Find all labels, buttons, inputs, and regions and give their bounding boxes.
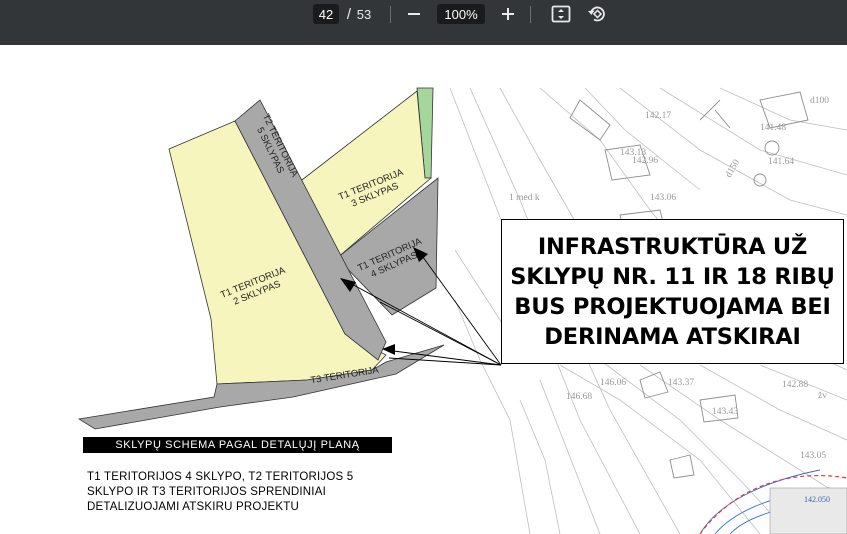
svg-text:143.43: 143.43	[712, 407, 738, 417]
fit-to-page-button[interactable]	[549, 2, 573, 26]
callout-line: DERINAMA ATSKIRAI	[544, 323, 801, 350]
svg-text:142.96: 142.96	[632, 156, 658, 166]
svg-text:146.06: 146.06	[600, 378, 626, 388]
scheme-caption: SKLYPŲ SCHEMA PAGAL DETALŲJĮ PLANĄ	[83, 437, 392, 453]
svg-text:142.17: 142.17	[645, 111, 671, 121]
svg-text:143.06: 143.06	[650, 193, 676, 203]
page-number-input[interactable]: 42	[313, 4, 339, 24]
svg-text:142.050: 142.050	[804, 495, 830, 504]
svg-text:d100: d100	[810, 96, 829, 106]
note-line: T1 TERITORIJOS 4 SKLYPO, T2 TERITORIJOS …	[87, 471, 354, 483]
infrastructure-callout-box: INFRASTRUKTŪRA UŽ SKLYPŲ NR. 11 IR 18 RI…	[501, 219, 844, 364]
rotate-icon	[588, 6, 605, 22]
callout-line: BUS PROJEKTUOJAMA BEI	[514, 293, 831, 320]
pdf-toolbar: 42 / 53 100%	[0, 0, 847, 45]
plus-icon	[502, 8, 514, 20]
svg-text:1 med k: 1 med k	[509, 193, 540, 203]
svg-text:žv: žv	[818, 391, 827, 401]
total-pages: 53	[356, 6, 372, 22]
zoom-in-button[interactable]	[496, 2, 520, 26]
svg-text:141.64: 141.64	[768, 157, 794, 167]
pdf-page: 1 med k 142.17 143.13 142.96 141.48 d100…	[0, 45, 847, 534]
toolbar-divider	[390, 6, 391, 23]
svg-text:142.88: 142.88	[782, 380, 808, 390]
callout-line: INFRASTRUKTŪRA UŽ	[537, 233, 808, 260]
note-line: SKLYPO IR T3 TERITORIJOS SPRENDINIAI	[87, 486, 326, 498]
svg-text:d150: d150	[724, 158, 742, 180]
svg-text:146.68: 146.68	[566, 392, 592, 402]
svg-text:143.05: 143.05	[800, 451, 826, 461]
rotate-button[interactable]	[585, 2, 609, 26]
zoom-out-button[interactable]	[402, 2, 426, 26]
callout-line: SKLYPŲ NR. 11 IR 18 RIBŲ	[510, 263, 835, 290]
zoom-input[interactable]: 100%	[437, 4, 485, 24]
toolbar-divider	[530, 6, 531, 23]
svg-text:141.48: 141.48	[760, 123, 786, 133]
note-line: DETALIZUOJAMI ATSKIRU PROJEKTU	[87, 501, 299, 513]
fit-page-icon	[551, 5, 571, 23]
svg-text:143.37: 143.37	[668, 378, 694, 388]
minus-icon	[408, 13, 420, 15]
detail-note: T1 TERITORIJOS 4 SKLYPO, T2 TERITORIJOS …	[87, 470, 407, 515]
